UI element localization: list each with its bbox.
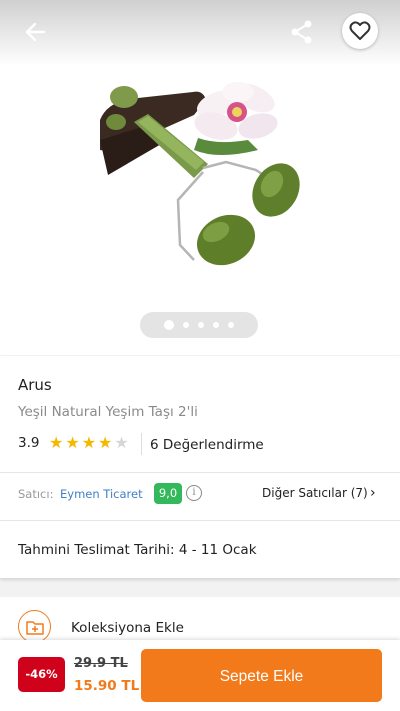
pagination-dot[interactable]	[198, 322, 204, 328]
star-filled-icon: ★	[49, 433, 64, 452]
star-filled-icon: ★	[65, 433, 80, 452]
image-pagination[interactable]	[140, 312, 258, 338]
pagination-dot-active[interactable]	[164, 320, 174, 330]
top-bar	[0, 0, 400, 66]
folder-add-icon[interactable]	[18, 610, 51, 643]
divider	[0, 520, 400, 521]
pagination-dot[interactable]	[213, 322, 219, 328]
pagination-dot[interactable]	[183, 322, 189, 328]
add-to-cart-button[interactable]: Sepete Ekle	[141, 649, 382, 702]
seller-name-link[interactable]: Eymen Ticaret	[60, 487, 143, 501]
add-to-collection-label[interactable]: Koleksiyona Ekle	[71, 620, 184, 636]
seller-score-badge: 9,0	[154, 483, 182, 504]
reviews-link[interactable]: 6 Değerlendirme	[150, 437, 264, 453]
star-empty-icon: ★	[114, 433, 129, 452]
other-sellers-link[interactable]: Diğer Satıcılar (7)	[262, 486, 368, 500]
info-icon[interactable]: i	[186, 485, 202, 501]
rating-score: 3.9	[18, 435, 40, 451]
heart-outline-icon	[349, 21, 371, 40]
current-price: 15.90 TL	[74, 678, 140, 694]
seller-label: Satıcı:	[18, 487, 54, 501]
pagination-dot[interactable]	[228, 322, 234, 328]
share-icon[interactable]	[288, 18, 316, 46]
chevron-right-icon[interactable]: ›	[370, 485, 376, 501]
star-filled-icon: ★	[81, 433, 97, 452]
favorite-button[interactable]	[342, 13, 378, 49]
purchase-bar: -46% 29.9 TL 15.90 TL Sepete Ekle	[0, 640, 400, 711]
old-price: 29.9 TL	[74, 656, 128, 671]
star-filled-icon: ★	[98, 433, 113, 452]
product-name: Yeşil Natural Yeşim Taşı 2'li	[18, 404, 198, 420]
arrow-left-icon[interactable]	[22, 18, 50, 46]
divider	[0, 472, 400, 473]
discount-badge: -46%	[18, 657, 65, 692]
delivery-estimate: Tahmini Teslimat Tarihi: 4 - 11 Ocak	[18, 542, 257, 558]
product-brand[interactable]: Arus	[18, 376, 52, 394]
divider	[141, 433, 142, 455]
product-photo[interactable]	[98, 80, 304, 270]
rating-stars[interactable]: ★ ★ ★ ★ ★	[49, 434, 129, 452]
product-info-card: Arus Yeşil Natural Yeşim Taşı 2'li 3.9 ★…	[0, 356, 400, 578]
